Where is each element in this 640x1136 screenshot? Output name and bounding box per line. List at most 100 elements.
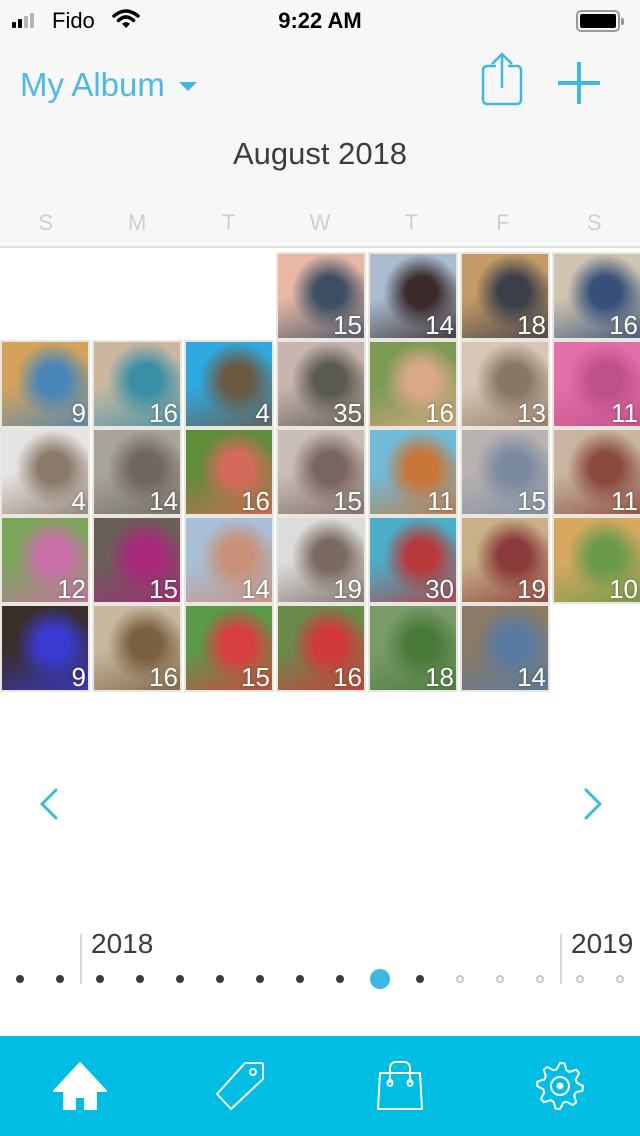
home-icon — [53, 1062, 107, 1110]
timeline-month-dot[interactable] — [56, 975, 64, 983]
timeline-month-dot[interactable] — [176, 975, 184, 983]
app-root: Fido 9:22 AM My Album August 2018 S M T … — [0, 0, 640, 1136]
day-photo-count: 10 — [609, 574, 638, 604]
timeline-month-dot[interactable] — [336, 975, 344, 983]
day-photo-count: 11 — [611, 486, 638, 516]
tab-home[interactable] — [0, 1036, 160, 1136]
weekday-label: W — [309, 210, 331, 235]
calendar-day-cell[interactable]: 14 — [184, 516, 274, 604]
tab-tags[interactable] — [160, 1036, 320, 1136]
add-button[interactable] — [556, 60, 602, 106]
status-bar: Fido 9:22 AM — [0, 0, 640, 40]
day-photo-count: 14 — [149, 486, 178, 516]
calendar-day-cell[interactable]: 4 — [184, 340, 274, 428]
day-photo-count: 14 — [425, 310, 454, 340]
day-photo-count: 15 — [333, 486, 362, 516]
timeline-month-dot[interactable] — [576, 975, 584, 983]
day-photo-count: 15 — [517, 486, 546, 516]
album-title: My Album — [20, 66, 165, 103]
timeline-month-dot[interactable] — [16, 975, 24, 983]
day-photo-count: 12 — [57, 574, 86, 604]
calendar-day-cell[interactable]: 14 — [460, 604, 550, 692]
timeline-month-dot[interactable] — [416, 975, 424, 983]
day-photo-count: 14 — [241, 574, 270, 604]
day-photo-count: 9 — [71, 662, 86, 692]
tab-shop[interactable] — [320, 1036, 480, 1136]
calendar-day-cell[interactable]: 9 — [0, 604, 90, 692]
timeline-month-dot[interactable] — [96, 975, 104, 983]
calendar-day-cell[interactable]: 30 — [368, 516, 458, 604]
day-photo-count: 4 — [255, 398, 270, 428]
weekday-label: T — [404, 210, 419, 235]
timeline-month-dot[interactable] — [256, 975, 264, 983]
calendar-day-cell[interactable]: 35 — [276, 340, 366, 428]
timeline-month-dot[interactable] — [616, 975, 624, 983]
timeline-month-dot[interactable] — [536, 975, 544, 983]
calendar-header: My Album August 2018 S M T W T F S — [0, 40, 640, 248]
day-photo-count: 15 — [149, 574, 178, 604]
chevron-left-icon — [40, 788, 58, 820]
timeline-month-selected[interactable] — [370, 969, 390, 989]
calendar-day-cell[interactable]: 10 — [552, 516, 640, 604]
weekday-label: M — [127, 210, 147, 235]
calendar-day-cell[interactable]: 18 — [460, 252, 550, 340]
weekday-label: F — [496, 210, 510, 235]
next-month-button[interactable] — [576, 786, 606, 822]
calendar-day-cell[interactable]: 15 — [460, 428, 550, 516]
tab-bar — [0, 1036, 640, 1136]
month-timeline[interactable]: 2018 2019 — [0, 920, 640, 1010]
timeline-month-dot[interactable] — [496, 975, 504, 983]
day-photo-count: 4 — [71, 486, 86, 516]
calendar-day-cell[interactable]: 16 — [184, 428, 274, 516]
calendar-day-cell[interactable]: 4 — [0, 428, 90, 516]
calendar-day-cell[interactable]: 16 — [552, 252, 640, 340]
weekday-header: S M T W T F S — [0, 210, 640, 236]
day-photo-count: 18 — [425, 662, 454, 692]
calendar-day-cell[interactable]: 12 — [0, 516, 90, 604]
timeline-month-dot[interactable] — [136, 975, 144, 983]
calendar-day-cell[interactable]: 11 — [552, 428, 640, 516]
tab-settings[interactable] — [480, 1036, 640, 1136]
calendar-day-cell[interactable]: 16 — [276, 604, 366, 692]
chevron-right-icon — [584, 788, 602, 820]
calendar-day-cell[interactable]: 11 — [552, 340, 640, 428]
calendar-day-cell[interactable]: 15 — [276, 252, 366, 340]
status-time: 9:22 AM — [278, 8, 362, 33]
calendar-day-cell[interactable]: 19 — [276, 516, 366, 604]
calendar-day-cell[interactable]: 16 — [92, 604, 182, 692]
calendar-day-cell[interactable]: 11 — [368, 428, 458, 516]
calendar-day-cell[interactable]: 16 — [92, 340, 182, 428]
year-label: 2019 — [571, 928, 634, 959]
calendar-day-cell[interactable]: 15 — [276, 428, 366, 516]
share-button[interactable] — [478, 50, 526, 108]
caret-down-icon — [178, 81, 197, 91]
year-divider — [560, 934, 562, 984]
calendar-day-cell[interactable]: 15 — [184, 604, 274, 692]
day-photo-count: 11 — [611, 398, 638, 428]
timeline-month-dot[interactable] — [456, 975, 464, 983]
calendar-day-cell[interactable]: 15 — [92, 516, 182, 604]
month-title: August 2018 — [232, 136, 408, 171]
day-photo-count: 35 — [333, 398, 362, 428]
calendar-day-cell[interactable]: 16 — [368, 340, 458, 428]
tag-icon — [216, 1062, 264, 1110]
album-selector[interactable]: My Album — [20, 66, 197, 104]
day-photo-count: 13 — [517, 398, 546, 428]
calendar-day-cell[interactable]: 13 — [460, 340, 550, 428]
day-photo-count: 18 — [517, 310, 546, 340]
calendar-day-cell[interactable]: 14 — [368, 252, 458, 340]
calendar-day-cell[interactable]: 14 — [92, 428, 182, 516]
plus-icon — [558, 62, 600, 104]
battery-icon — [576, 10, 624, 32]
day-photo-count: 16 — [425, 398, 454, 428]
calendar-day-cell[interactable]: 19 — [460, 516, 550, 604]
day-photo-count: 19 — [517, 574, 546, 604]
previous-month-button[interactable] — [36, 786, 66, 822]
timeline-month-dot[interactable] — [216, 975, 224, 983]
day-photo-count: 19 — [333, 574, 362, 604]
weekday-label: S — [586, 210, 602, 235]
calendar-day-cell[interactable]: 18 — [368, 604, 458, 692]
day-photo-count: 16 — [149, 398, 178, 428]
timeline-month-dot[interactable] — [296, 975, 304, 983]
calendar-day-cell[interactable]: 9 — [0, 340, 90, 428]
